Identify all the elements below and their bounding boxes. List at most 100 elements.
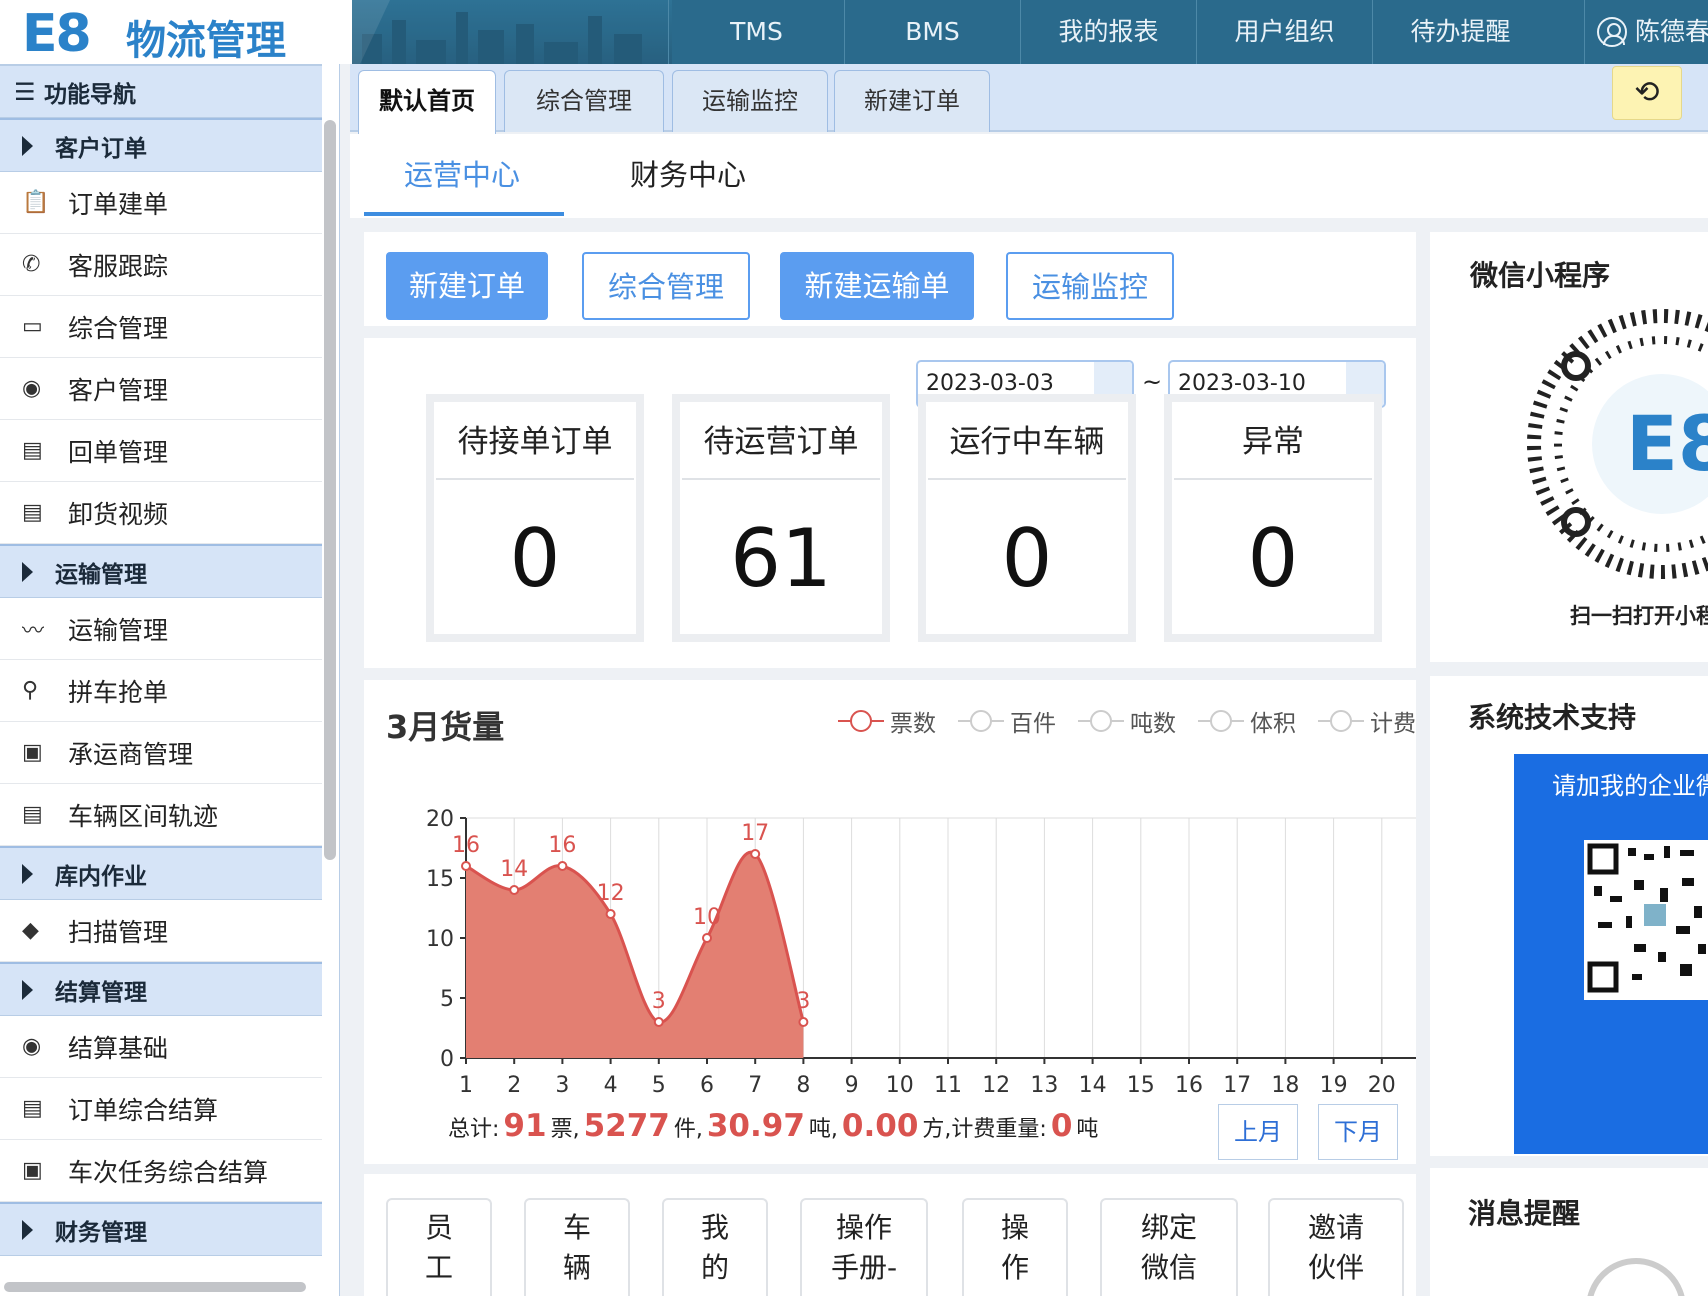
stat-divider xyxy=(1174,478,1372,480)
sidebar-item[interactable]: ✆ 客服跟踪 xyxy=(0,234,322,296)
new-transport-order-button[interactable]: 新建运输单 xyxy=(780,252,974,320)
logo-mark: E8 xyxy=(22,4,92,64)
summary-tons: 30.97 xyxy=(706,1108,805,1144)
caret-right-icon xyxy=(22,135,33,156)
caret-right-icon xyxy=(22,1219,33,1240)
legend-marker-icon xyxy=(1078,709,1124,733)
sidebar-item-label: 结算基础 xyxy=(68,1033,169,1063)
tab-home[interactable]: 默认首页 xyxy=(358,70,496,134)
y-tick-label: 15 xyxy=(426,867,454,892)
topnav-todo[interactable]: 待办提醒 xyxy=(1372,0,1548,64)
sidebar-section[interactable]: 库内作业 xyxy=(0,846,322,900)
x-tick-label: 2 xyxy=(507,1073,521,1098)
subtab-active-indicator xyxy=(364,212,564,216)
quick-actions: 新建订单 综合管理 新建运输单 运输监控 xyxy=(364,232,1416,326)
legend-item[interactable]: 票数 xyxy=(838,704,936,738)
shortcut-button[interactable]: 操作 手册- xyxy=(800,1198,928,1296)
shortcut-button[interactable]: 绑定 微信 xyxy=(1100,1198,1238,1296)
data-label: 12 xyxy=(597,881,625,906)
sidebar-item[interactable]: ▣ 承运商管理 xyxy=(0,722,322,784)
legend-item[interactable]: 计费重量 xyxy=(1318,704,1416,738)
summary-label: 总计: xyxy=(448,1117,500,1142)
sidebar-item-label: 扫描管理 xyxy=(68,917,169,947)
shortcut-button[interactable]: 车辆 xyxy=(524,1198,630,1296)
subtab-finance-center[interactable]: 财务中心 xyxy=(630,152,746,194)
data-label: 3 xyxy=(796,989,810,1014)
shortcut-button[interactable]: 我的 xyxy=(662,1198,768,1296)
top-bar: E8 物流管理 TMS BMS 我的报表 用户组织 待办提醒 陈德春 xyxy=(0,0,1708,64)
sidebar-section[interactable]: 客户订单 xyxy=(0,118,322,172)
shortcut-button[interactable]: 邀请 伙伴 xyxy=(1268,1198,1404,1296)
sidebar-item[interactable]: ⚲ 拼车抢单 xyxy=(0,660,322,722)
shortcut-button[interactable]: 员工 xyxy=(386,1198,492,1296)
legend-item[interactable]: 百件 xyxy=(958,704,1056,738)
sidebar-menu: 客户订单 📋 订单建单 ✆ 客服跟踪 ▭ 综合管理 ◉ 客户管理 ▤ 回单管理 ▤ 卸货视频 运输管理〰运… xyxy=(0,118,339,1256)
topnav-user-org[interactable]: 用户组织 xyxy=(1196,0,1372,64)
date-separator: ~ xyxy=(1142,368,1163,396)
sidebar-item[interactable]: ▤ 车辆区间轨迹 xyxy=(0,784,322,846)
legend-label: 百件 xyxy=(1010,711,1056,737)
x-tick-label: 6 xyxy=(700,1073,714,1098)
sidebar-item[interactable]: ◆ 扫描管理 xyxy=(0,900,322,962)
sidebar-item[interactable]: ◉ 结算基础 xyxy=(0,1016,322,1078)
tab-new-order[interactable]: 新建订单 xyxy=(834,70,990,132)
stat-card-pending-operation[interactable]: 待运营订单 61 xyxy=(672,394,890,642)
legend-item[interactable]: 体积 xyxy=(1198,704,1296,738)
topnav-reports[interactable]: 我的报表 xyxy=(1020,0,1196,64)
sidebar-item[interactable]: 〰运输管理 xyxy=(0,598,322,660)
data-point xyxy=(750,849,761,859)
sidebar-item[interactable]: ◉ 客户管理 xyxy=(0,358,322,420)
shortcut-button[interactable]: 操作 xyxy=(962,1198,1068,1296)
summary-volume-unit: 方,计费重量: xyxy=(922,1117,1047,1142)
sidebar-item[interactable]: ▭ 综合管理 xyxy=(0,296,322,358)
new-order-button[interactable]: 新建订单 xyxy=(386,252,548,320)
route-icon: 〰 xyxy=(22,618,45,644)
summary-tickets-unit: 票, xyxy=(550,1117,580,1142)
data-label: 14 xyxy=(500,857,528,882)
sidebar-item[interactable]: ▤ 订单综合结算 xyxy=(0,1078,322,1140)
data-label: 10 xyxy=(693,905,721,930)
stat-card-exceptions[interactable]: 异常 0 xyxy=(1164,394,1382,642)
tech-support-panel: 系统技术支持 请加我的企业微信 xyxy=(1430,676,1708,1156)
stat-divider xyxy=(928,478,1126,480)
transport-monitor-button[interactable]: 运输监控 xyxy=(1006,252,1174,320)
stat-value: 61 xyxy=(730,512,832,605)
topnav-bms[interactable]: BMS xyxy=(844,0,1020,64)
stat-card-running-vehicles[interactable]: 运行中车辆 0 xyxy=(918,394,1136,642)
sidebar-item[interactable]: ▤ 回单管理 xyxy=(0,420,322,482)
sidebar-item[interactable]: 📋 订单建单 xyxy=(0,172,322,234)
legend-marker-icon xyxy=(958,709,1004,733)
sidebar-section[interactable]: 运输管理 xyxy=(0,544,322,598)
topnav-tms[interactable]: TMS xyxy=(668,0,844,64)
message-reminder-panel: 消息提醒 xyxy=(1430,1168,1708,1296)
y-tick-label: 0 xyxy=(440,1047,454,1072)
sidebar-horizontal-scrollbar[interactable] xyxy=(4,1282,306,1292)
sidebar-section[interactable]: 结算管理 xyxy=(0,962,322,1016)
sidebar-item[interactable]: ▣ 车次任务综合结算 xyxy=(0,1140,322,1202)
support-title: 系统技术支持 xyxy=(1468,701,1637,734)
sidebar-section[interactable]: 财务管理 xyxy=(0,1202,322,1256)
shortcut-label-line: 微信 xyxy=(1140,1251,1197,1284)
sidebar-item[interactable]: ▤ 卸货视频 xyxy=(0,482,322,544)
general-management-button[interactable]: 综合管理 xyxy=(582,252,750,320)
tab-transport-monitor[interactable]: 运输监控 xyxy=(672,70,828,132)
subtab-operations-center[interactable]: 运营中心 xyxy=(404,152,520,194)
tab-general-management[interactable]: 综合管理 xyxy=(504,70,664,132)
volume-chart: 0510152012345678910111213141516171819202… xyxy=(426,807,1416,1098)
legend-label: 吨数 xyxy=(1130,711,1176,737)
prev-month-button[interactable]: 上月 xyxy=(1218,1104,1298,1160)
sidebar-item-label: 回单管理 xyxy=(68,437,169,467)
legend-item[interactable]: 吨数 xyxy=(1078,704,1176,738)
user-menu[interactable]: 陈德春 xyxy=(1584,0,1708,64)
next-month-button[interactable]: 下月 xyxy=(1318,1104,1398,1160)
legend-label: 票数 xyxy=(890,711,936,737)
shortcut-label-line: 辆 xyxy=(562,1251,591,1284)
header-skyline-decoration xyxy=(352,0,672,64)
document-icon: ▤ xyxy=(22,802,43,827)
stat-card-pending-accept[interactable]: 待接单订单 0 xyxy=(426,394,644,642)
sidebar-scrollbar[interactable] xyxy=(324,120,336,860)
user-name: 陈德春 xyxy=(1635,17,1708,46)
sidebar-item-label: 客户管理 xyxy=(68,375,169,405)
refresh-button[interactable]: ⟲ xyxy=(1612,66,1682,120)
x-tick-label: 16 xyxy=(1175,1073,1203,1098)
